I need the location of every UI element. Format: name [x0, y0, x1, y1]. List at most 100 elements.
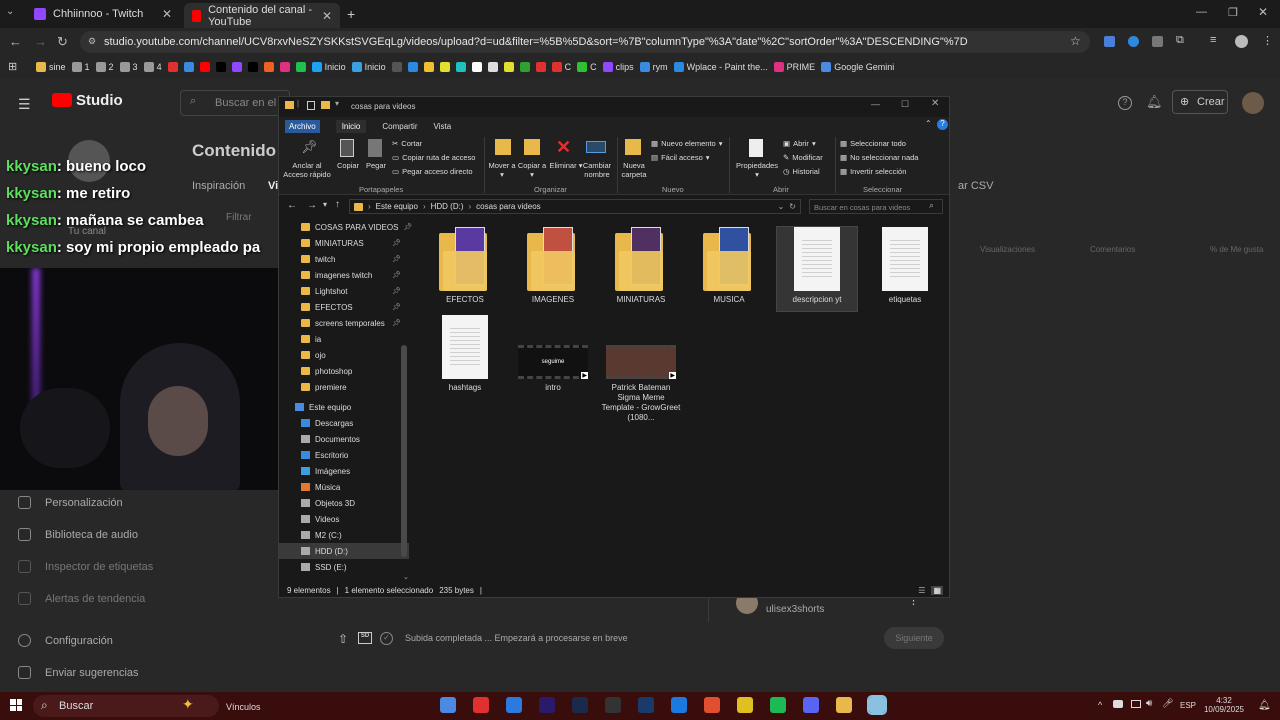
nav-item-quick-access[interactable]: COSAS PARA VIDEOS 📌︎	[279, 219, 412, 235]
sidebar-item-settings[interactable]: Configuración	[18, 634, 113, 647]
notification-bell-icon[interactable]: 🔔︎	[1258, 700, 1271, 711]
nav-item-location[interactable]: Imágenes	[279, 463, 409, 479]
forward-button[interactable]: →	[307, 200, 317, 211]
site-info-icon[interactable]: ⚙	[88, 36, 96, 47]
volume-icon[interactable]: 🔊︎	[1146, 698, 1152, 709]
bookmark-item[interactable]: PRIME	[773, 62, 815, 72]
nav-item-location[interactable]: Este equipo	[279, 399, 409, 415]
taskbar-app-icon[interactable]	[572, 697, 588, 713]
explorer-address-bar[interactable]: › Este equipo › HDD (D:) › cosas para vi…	[349, 199, 801, 214]
taskbar-app-icon[interactable]	[737, 697, 753, 713]
large-icons-view-icon[interactable]: ▦	[931, 585, 943, 595]
bookmark-item[interactable]	[471, 62, 482, 72]
maximize-button[interactable]: ☐	[901, 99, 909, 110]
bookmark-item[interactable]	[231, 62, 242, 72]
eliminar-button[interactable]: Eliminar ▾	[549, 161, 583, 170]
nav-scroll-down[interactable]: ⌄	[403, 573, 409, 581]
select-none-button[interactable]: ▦ No seleccionar nada	[840, 153, 918, 162]
bookmark-item[interactable]	[279, 62, 290, 72]
taskbar-app-icon[interactable]	[440, 697, 456, 713]
forward-button[interactable]: →	[34, 34, 47, 49]
bookmark-item[interactable]	[263, 62, 274, 72]
help-icon[interactable]: ?	[937, 119, 948, 130]
file-item[interactable]: etiquetas	[865, 227, 945, 305]
up-button[interactable]: ↑	[335, 199, 340, 210]
nav-item-quick-access[interactable]: screens temporales 📌︎	[279, 315, 409, 331]
tab-compartir[interactable]: Compartir	[382, 122, 417, 131]
bookmark-item[interactable]	[535, 62, 546, 72]
translate-extension-icon[interactable]	[1104, 36, 1115, 47]
bookmark-item[interactable]	[183, 62, 194, 72]
file-item[interactable]: MUSICA	[689, 227, 769, 305]
extension-icon[interactable]	[1128, 36, 1139, 47]
nav-item-quick-access[interactable]: imagenes twitch 📌︎	[279, 267, 409, 283]
reload-button[interactable]: ↻	[57, 34, 68, 50]
bookmark-item[interactable]: Inicio	[351, 62, 386, 72]
pegar-button[interactable]: Pegar	[363, 161, 389, 170]
notifications-bell-icon[interactable]: 🔔︎	[1146, 94, 1163, 110]
bookmark-item[interactable]	[391, 62, 402, 72]
breadcrumb-hdd[interactable]: HDD (D:)	[431, 202, 464, 211]
language-indicator[interactable]: ESP	[1180, 701, 1196, 710]
bookmark-item[interactable]: 3	[119, 62, 138, 72]
nav-item-quick-access[interactable]: twitch 📌︎	[279, 251, 409, 267]
bookmark-item[interactable]	[167, 62, 178, 72]
extension-p-icon[interactable]	[1152, 36, 1163, 47]
sidebar-item-audio-library[interactable]: Biblioteca de audio	[18, 528, 138, 541]
taskbar-app-icon[interactable]	[638, 697, 654, 713]
tab-archivo[interactable]: Archivo	[285, 119, 320, 133]
select-all-button[interactable]: ▦ Seleccionar todo	[840, 139, 906, 148]
copiar-a-button[interactable]: Copiar a ▾	[517, 161, 547, 179]
bookmark-item[interactable]: Google Gemini	[821, 62, 894, 72]
historial-button[interactable]: ◷ Historial	[783, 167, 820, 176]
mover-button[interactable]: Mover a ▾	[487, 161, 517, 179]
tab-inicio[interactable]: Inicio	[335, 119, 367, 133]
url-bar[interactable]: studio.youtube.com/channel/UCV8rxvNeSZYS…	[80, 31, 1090, 53]
extensions-puzzle-icon[interactable]: ⧉	[1176, 34, 1184, 47]
bookmark-item[interactable]	[519, 62, 530, 72]
channel-avatar[interactable]	[1242, 92, 1264, 114]
taskbar-app-icon[interactable]	[506, 697, 522, 713]
nav-item-quick-access[interactable]: MINIATURAS 📌︎	[279, 235, 409, 251]
tab-youtube-studio[interactable]: Contenido del canal - YouTube ✕	[184, 3, 340, 28]
bookmark-star-icon[interactable]: ☆	[1070, 34, 1081, 48]
properties-quick-icon[interactable]	[307, 101, 315, 110]
bookmark-item[interactable]: C	[577, 62, 597, 72]
nav-item-location[interactable]: HDD (D:)	[279, 543, 409, 559]
back-button[interactable]: ←	[287, 200, 297, 211]
taskbar-app-icon[interactable]	[803, 697, 819, 713]
nav-item-quick-access[interactable]: ia	[279, 331, 409, 347]
bookmark-item[interactable]: 1	[71, 62, 90, 72]
details-view-icon[interactable]: ☰	[918, 586, 925, 595]
nav-scrollbar[interactable]	[401, 345, 407, 557]
nav-item-quick-access[interactable]: premiere	[279, 379, 409, 395]
taskbar-app-icon[interactable]	[539, 697, 555, 713]
copiar-button[interactable]: Copiar	[333, 161, 363, 170]
minimize-window-button[interactable]: —	[1196, 6, 1207, 18]
close-tab-icon[interactable]: ✕	[322, 9, 332, 23]
bookmark-item[interactable]	[199, 62, 210, 72]
sidebar-item-personalizacion[interactable]: Personalización	[18, 496, 123, 509]
windows-start-icon[interactable]	[10, 699, 22, 711]
nuevo-elemento-button[interactable]: ▦ Nuevo elemento ▾	[651, 139, 722, 148]
file-item[interactable]: descripcion yt	[776, 226, 858, 312]
taskbar-app-icon[interactable]	[473, 697, 489, 713]
pegar-acceso-button[interactable]: ▭ Pegar acceso directo	[392, 167, 473, 176]
abrir-button[interactable]: ▣ Abrir ▾	[783, 139, 816, 148]
bookmark-item[interactable]: rym	[639, 62, 668, 72]
bookmark-item[interactable]	[487, 62, 498, 72]
new-folder-quick-icon[interactable]	[321, 101, 330, 109]
nav-item-quick-access[interactable]: ojo	[279, 347, 409, 363]
sidebar-item-tag-inspector[interactable]: Inspector de etiquetas	[18, 560, 153, 573]
file-item[interactable]: MINIATURAS	[601, 227, 681, 305]
refresh-icon[interactable]: ↻	[789, 202, 800, 211]
nav-item-location[interactable]: SSD (E:)	[279, 559, 409, 575]
show-hidden-icons[interactable]: ^	[1098, 700, 1102, 710]
invert-selection-button[interactable]: ▦ Invertir selección	[840, 167, 906, 176]
tab-twitch[interactable]: Chhiinnoo - Twitch ✕	[26, 3, 180, 25]
nav-item-quick-access[interactable]: EFECTOS 📌︎	[279, 299, 409, 315]
cambiar-nombre-button[interactable]: Cambiar nombre	[581, 161, 613, 179]
taskbar-app-icon[interactable]	[605, 697, 621, 713]
help-icon[interactable]: ?	[1118, 96, 1132, 110]
breadcrumb-current[interactable]: cosas para videos	[476, 202, 540, 211]
